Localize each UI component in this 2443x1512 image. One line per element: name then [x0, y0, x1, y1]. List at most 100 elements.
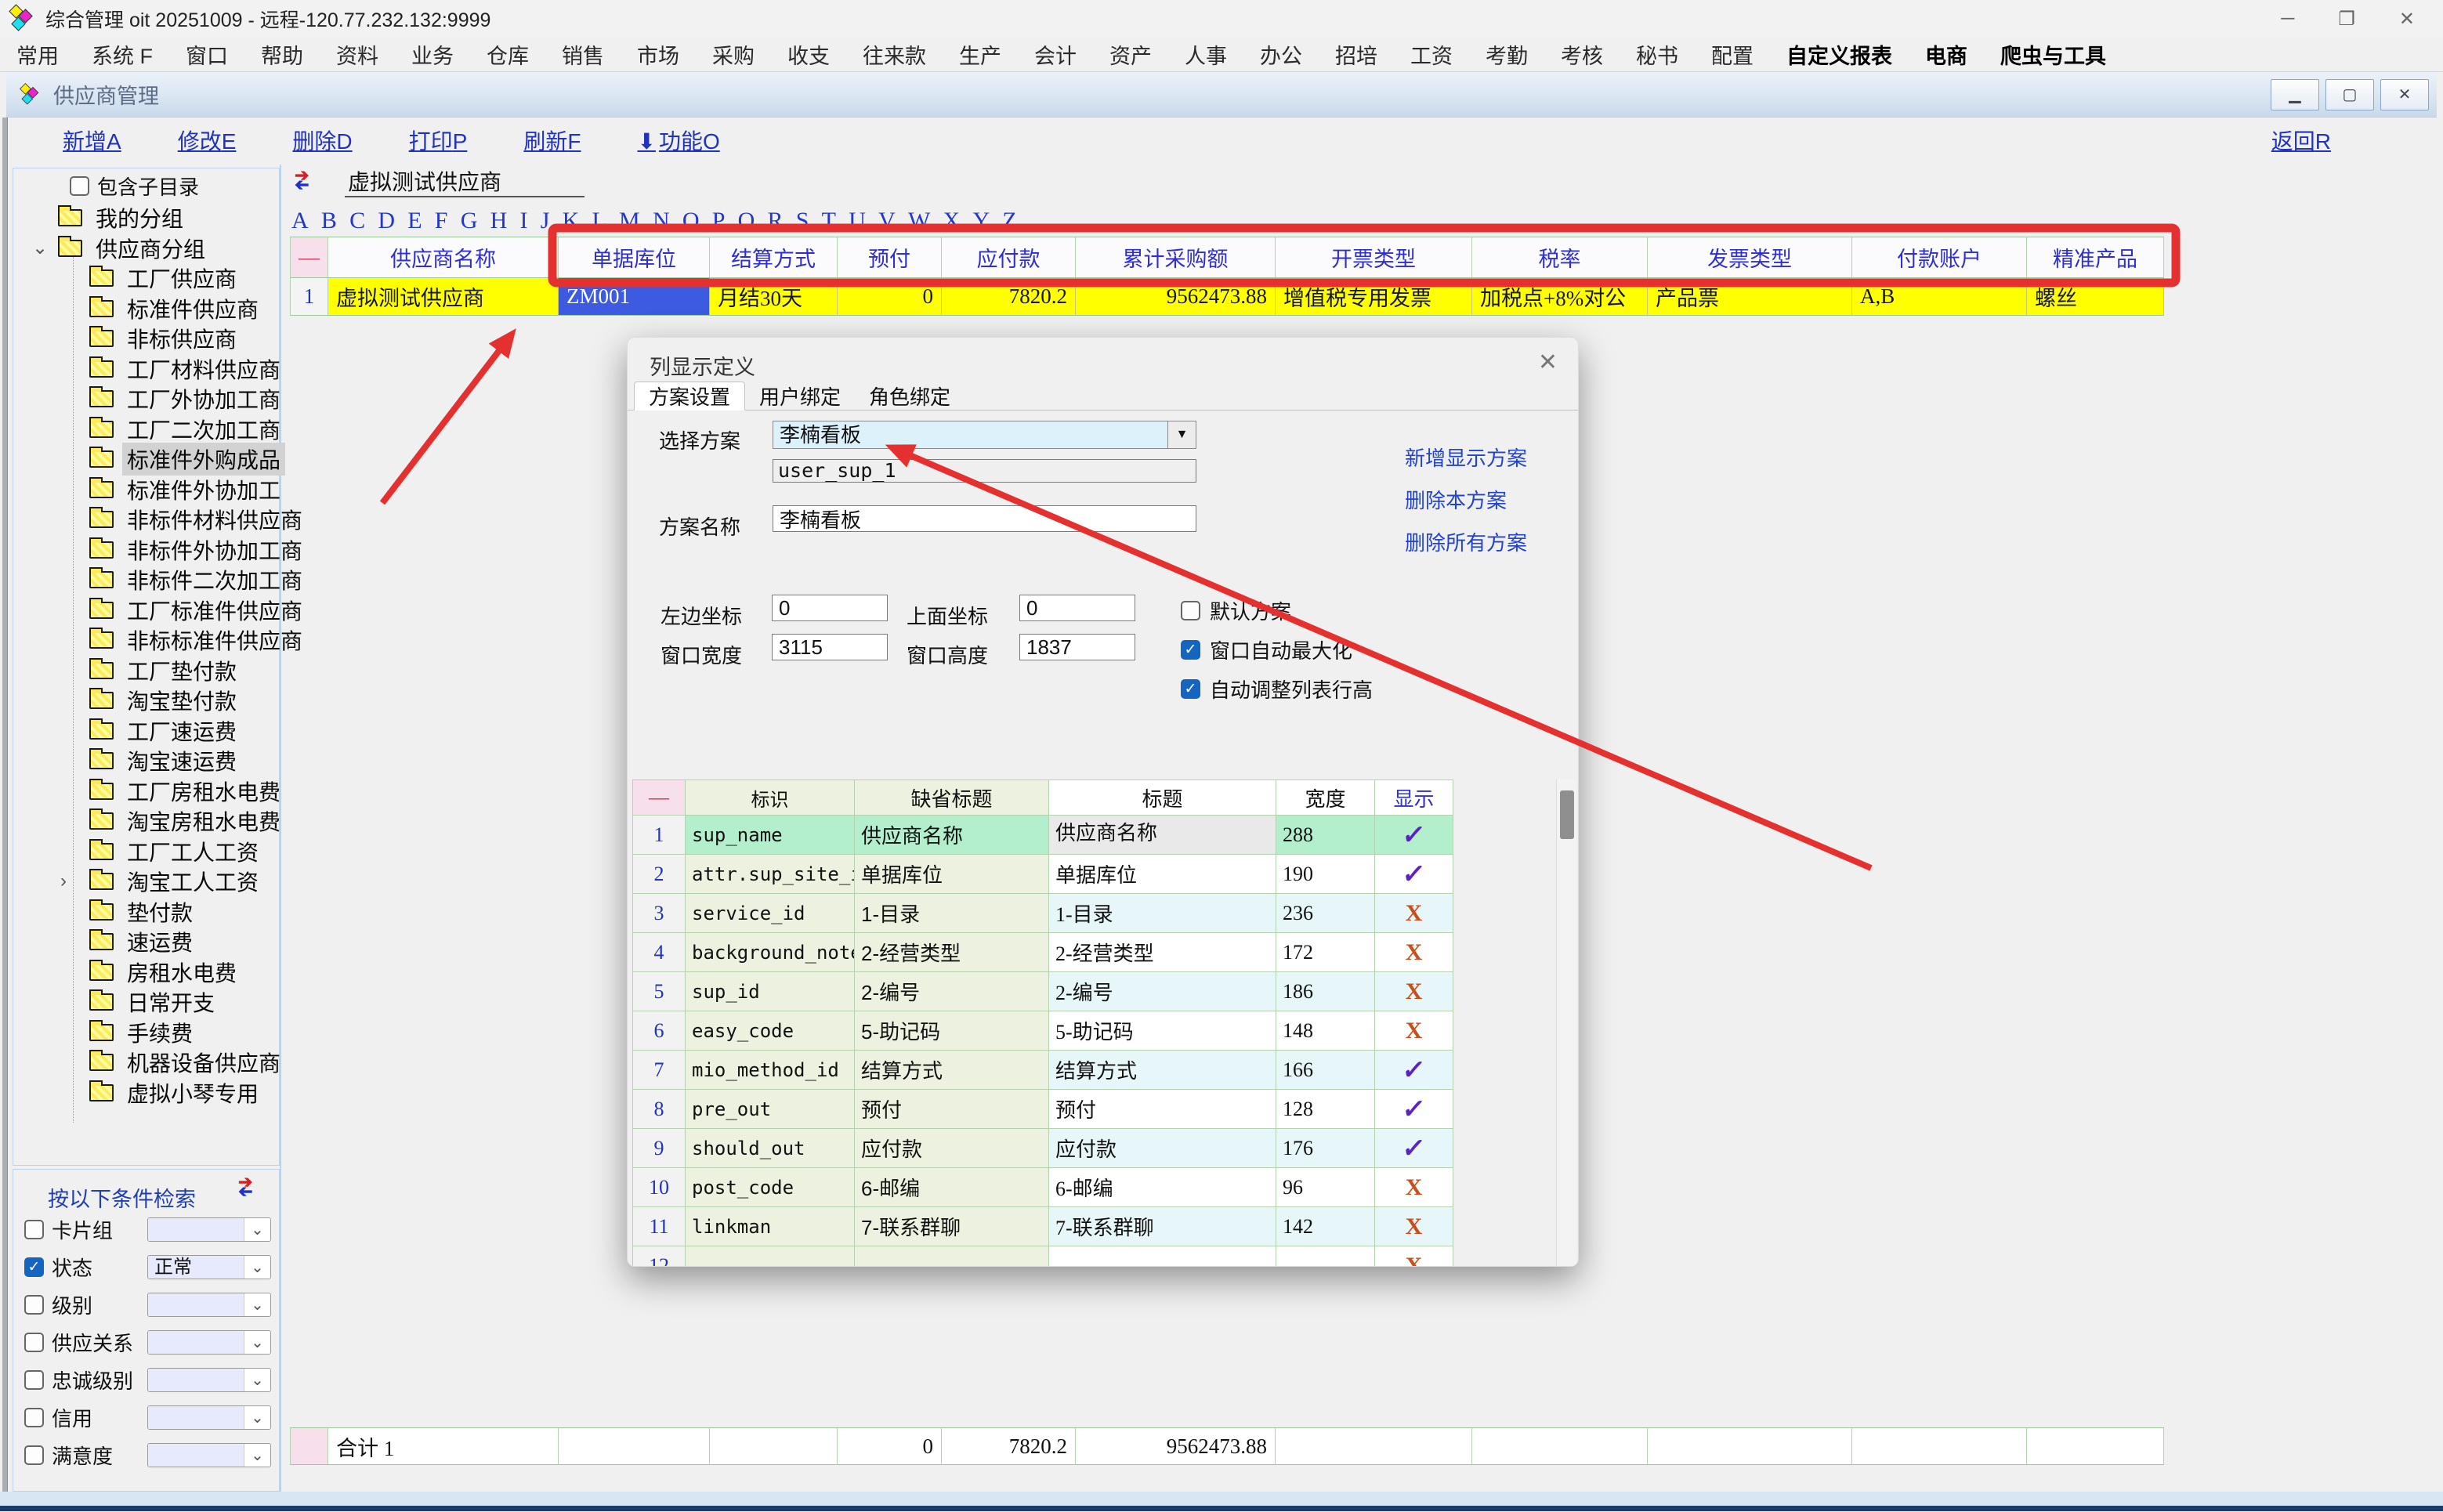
table-header-cell-8[interactable]: 税率: [1472, 237, 1648, 278]
alphabet-link-A[interactable]: A: [291, 208, 309, 234]
alphabet-link-L[interactable]: L: [592, 208, 606, 234]
tree-item-5[interactable]: 非标供应商: [13, 324, 279, 354]
grid-row-3[interactable]: 3service_id1-目录1-目录236X: [632, 894, 1453, 933]
table-cell-0[interactable]: 虚拟测试供应商: [328, 278, 559, 316]
menu-item-13[interactable]: 生产: [943, 39, 1018, 70]
filter-checkbox-1[interactable]: [24, 1220, 44, 1239]
minimize-icon[interactable]: ─: [2281, 8, 2294, 30]
table-cell-3[interactable]: 0: [838, 278, 942, 316]
toolbar-f-button[interactable]: 刷新F: [523, 125, 581, 156]
filter-checkbox-3[interactable]: [24, 1295, 44, 1315]
grid-header-cell-1[interactable]: 标识: [686, 780, 855, 816]
tree-item-17[interactable]: 淘宝垫付款: [13, 685, 279, 716]
alphabet-link-C[interactable]: C: [349, 208, 365, 234]
menu-item-25[interactable]: 电商: [1909, 39, 1984, 70]
dialog-tab-1[interactable]: 方案设置: [634, 382, 745, 411]
table-header-cell-10[interactable]: 付款账户: [1852, 237, 2027, 278]
filter-select-2[interactable]: 正常⌄: [147, 1255, 271, 1279]
delete-all-schemes-link[interactable]: 删除所有方案: [1405, 527, 1527, 556]
grid-cell-show[interactable]: X: [1375, 894, 1453, 933]
toolbar-p-button[interactable]: 打印P: [409, 125, 468, 156]
menu-item-14[interactable]: 会计: [1018, 39, 1093, 70]
left-coord-input[interactable]: [772, 595, 888, 621]
grid-cell-show[interactable]: X: [1375, 1168, 1453, 1207]
grid-row-2[interactable]: 2attr.sup_site_id单据库位单据库位190✓: [632, 855, 1453, 894]
tree-item-1[interactable]: 我的分组: [13, 203, 279, 233]
grid-cell-show[interactable]: ✓: [1375, 1090, 1453, 1129]
table-header-cell-9[interactable]: 发票类型: [1648, 237, 1852, 278]
grid-row-6[interactable]: 6easy_code5-助记码5-助记码148X: [632, 1011, 1453, 1051]
tree-item-9[interactable]: 标准件外购成品: [13, 444, 279, 475]
table-header-cell-2[interactable]: 单据库位: [559, 237, 710, 278]
alphabet-link-B[interactable]: B: [321, 208, 337, 234]
table-cell-9[interactable]: A,B: [1852, 278, 2027, 316]
tree-item-28[interactable]: 手续费: [13, 1018, 279, 1048]
grid-cell-show[interactable]: ✓: [1375, 816, 1453, 855]
tree-item-11[interactable]: 非标件材料供应商: [13, 505, 279, 535]
table-header-cell-6[interactable]: 累计采购额: [1076, 237, 1276, 278]
filter-select-4[interactable]: ⌄: [147, 1330, 271, 1355]
grid-row-12[interactable]: 12X: [632, 1246, 1453, 1267]
tree-item-25[interactable]: 速运费: [13, 927, 279, 957]
grid-cell-show[interactable]: ✓: [1375, 1051, 1453, 1090]
tree-item-19[interactable]: 淘宝速运费: [13, 746, 279, 776]
tree-item-18[interactable]: 工厂速运费: [13, 716, 279, 747]
tree-item-23[interactable]: ›淘宝工人工资: [13, 866, 279, 897]
grid-cell-show[interactable]: X: [1375, 933, 1453, 972]
table-header-cell-0[interactable]: —: [291, 237, 328, 278]
alphabet-link-J[interactable]: J: [541, 208, 550, 234]
table-cell-10[interactable]: 螺丝: [2027, 278, 2164, 316]
menu-item-17[interactable]: 办公: [1243, 39, 1319, 70]
alphabet-link-Q[interactable]: Q: [738, 208, 755, 234]
tree-item-21[interactable]: 淘宝房租水电费: [13, 806, 279, 837]
grid-header-cell-4[interactable]: 宽度: [1276, 780, 1375, 816]
child-restore-icon[interactable]: ▢: [2325, 79, 2374, 110]
toolbar-e-button[interactable]: 修改E: [178, 125, 237, 156]
menu-item-10[interactable]: 采购: [696, 39, 771, 70]
dialog-scrollbar[interactable]: [1556, 780, 1576, 1266]
dialog-tab-3[interactable]: 角色绑定: [855, 382, 965, 411]
menu-item-5[interactable]: 资料: [320, 39, 395, 70]
table-cell-2[interactable]: 月结30天: [710, 278, 838, 316]
grid-cell-show[interactable]: ✓: [1375, 1129, 1453, 1168]
menu-item-22[interactable]: 秘书: [1620, 39, 1695, 70]
menu-item-21[interactable]: 考核: [1544, 39, 1620, 70]
tree-item-8[interactable]: 工厂二次加工商: [13, 414, 279, 445]
alphabet-link-Z[interactable]: Z: [1002, 208, 1016, 234]
alphabet-link-O[interactable]: O: [682, 208, 700, 234]
tree-item-20[interactable]: 工厂房租水电费: [13, 776, 279, 807]
grid-row-9[interactable]: 9should_out应付款应付款176✓: [632, 1129, 1453, 1168]
scheme-name-input[interactable]: [773, 505, 1196, 532]
alphabet-link-T[interactable]: T: [822, 208, 836, 234]
alphabet-link-D[interactable]: D: [378, 208, 395, 234]
table-header-cell-5[interactable]: 应付款: [942, 237, 1076, 278]
tree-item-14[interactable]: 工厂标准件供应商: [13, 595, 279, 626]
alphabet-link-G[interactable]: G: [461, 208, 478, 234]
grid-row-11[interactable]: 11linkman7-联系群聊7-联系群聊142X: [632, 1207, 1453, 1246]
tree-item-6[interactable]: 工厂材料供应商: [13, 354, 279, 385]
supplier-table-row[interactable]: 1虚拟测试供应商ZM001月结30天07820.29562473.88增值税专用…: [290, 278, 2164, 316]
table-header-cell-4[interactable]: 预付: [838, 237, 942, 278]
filter-select-3[interactable]: ⌄: [147, 1293, 271, 1317]
supplier-search-input[interactable]: [345, 166, 585, 197]
alphabet-link-K[interactable]: K: [563, 208, 580, 234]
toolbar-a-button[interactable]: 新增A: [63, 125, 121, 156]
alphabet-link-P[interactable]: P: [712, 208, 726, 234]
close-icon[interactable]: ✕: [2399, 8, 2415, 31]
grid-cell-show[interactable]: ✓: [1375, 855, 1453, 894]
default-scheme-checkbox[interactable]: [1181, 601, 1200, 620]
grid-row-7[interactable]: 7mio_method_id结算方式结算方式166✓: [632, 1051, 1453, 1090]
dialog-tab-2[interactable]: 用户绑定: [745, 382, 855, 411]
alphabet-link-R[interactable]: R: [768, 208, 784, 234]
table-cell-6[interactable]: 增值税专用发票: [1276, 278, 1472, 316]
menu-item-4[interactable]: 帮助: [244, 39, 320, 70]
menu-item-12[interactable]: 往来款: [846, 39, 943, 70]
menu-item-15[interactable]: 资产: [1093, 39, 1168, 70]
filter-checkbox-4[interactable]: [24, 1333, 44, 1352]
combobox-dropdown-icon[interactable]: ▼: [1167, 421, 1196, 448]
grid-cell-show[interactable]: X: [1375, 972, 1453, 1011]
filter-select-7[interactable]: ⌄: [147, 1443, 271, 1467]
filter-checkbox-2[interactable]: ✓: [24, 1257, 44, 1277]
grid-cell-show[interactable]: X: [1375, 1207, 1453, 1246]
tree-item-16[interactable]: 工厂垫付款: [13, 656, 279, 686]
